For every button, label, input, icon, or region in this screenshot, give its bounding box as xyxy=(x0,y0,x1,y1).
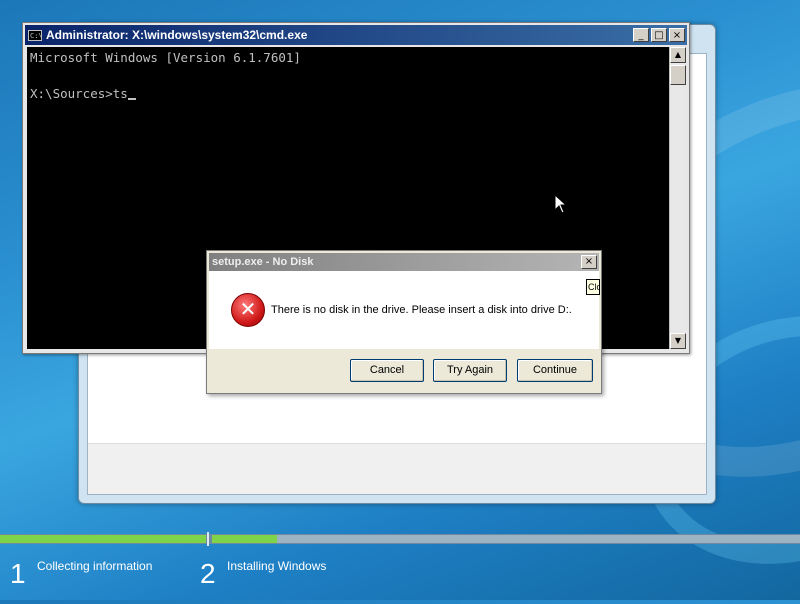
step2-progress-track xyxy=(212,535,800,543)
scrollbar-thumb[interactable] xyxy=(670,65,686,85)
close-tooltip: Clo xyxy=(586,279,600,295)
cmd-window-title: Administrator: X:\windows\system32\cmd.e… xyxy=(46,28,308,42)
minimize-button[interactable]: _ xyxy=(633,28,649,42)
dialog-body: ✕ There is no disk in the drive. Please … xyxy=(209,271,599,349)
step-number: 2 xyxy=(200,558,216,589)
try-again-button[interactable]: Try Again xyxy=(433,359,507,382)
progress-divider xyxy=(207,532,209,546)
cmd-app-icon[interactable]: C:\ xyxy=(28,29,43,41)
step-label: Collecting information xyxy=(37,559,153,573)
continue-button[interactable]: Continue xyxy=(517,359,593,382)
dialog-message: There is no disk in the drive. Please in… xyxy=(271,304,572,316)
maximize-button[interactable]: □ xyxy=(651,28,667,42)
vertical-scrollbar[interactable]: ▲ ▼ xyxy=(669,47,686,349)
error-icon: ✕ xyxy=(231,293,265,327)
console-prompt-line: X:\Sources>ts xyxy=(30,86,128,101)
text-cursor xyxy=(127,98,136,100)
step1-progress-fill xyxy=(0,535,206,543)
console-line: Microsoft Windows [Version 6.1.7601] xyxy=(30,50,301,65)
mouse-pointer-icon xyxy=(554,194,568,214)
dialog-title-bar[interactable]: setup.exe - No Disk × xyxy=(209,253,599,271)
step-label: Installing Windows xyxy=(227,559,327,573)
no-disk-dialog[interactable]: setup.exe - No Disk × ✕ There is no disk… xyxy=(206,250,602,394)
step2-progress-fill xyxy=(212,535,277,543)
close-button[interactable]: × xyxy=(669,28,685,42)
step-number: 1 xyxy=(10,558,26,589)
dialog-title: setup.exe - No Disk xyxy=(212,256,314,268)
scroll-up-arrow-icon[interactable]: ▲ xyxy=(670,47,686,63)
cmd-title-bar[interactable]: C:\ Administrator: X:\windows\system32\c… xyxy=(25,25,687,45)
cancel-button[interactable]: Cancel xyxy=(350,359,424,382)
dialog-close-button[interactable]: × xyxy=(581,255,597,269)
setup-window-footer xyxy=(88,443,706,494)
scroll-down-arrow-icon[interactable]: ▼ xyxy=(670,333,686,349)
